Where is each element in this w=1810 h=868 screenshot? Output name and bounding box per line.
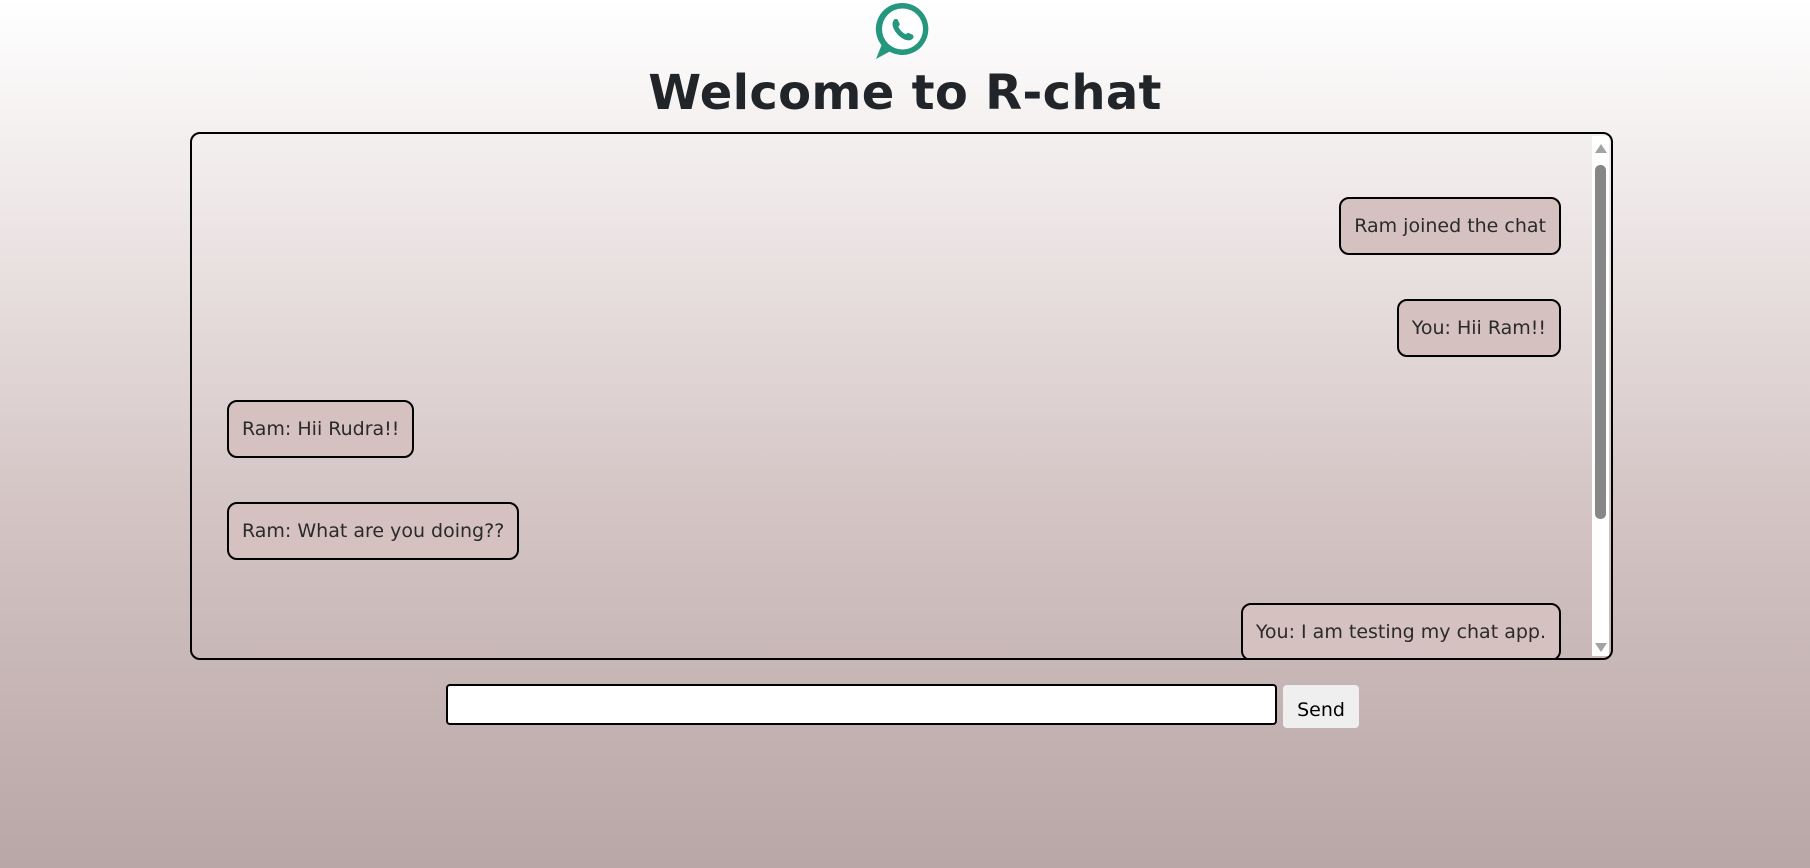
chat-message: You: I am testing my chat app. bbox=[1240, 603, 1561, 658]
chat-messages-container[interactable]: Ram joined the chat You: Hii Ram!! Ram: … bbox=[190, 132, 1613, 660]
page-title: Welcome to R-chat bbox=[648, 65, 1162, 121]
whatsapp-icon bbox=[875, 2, 929, 59]
message-input[interactable] bbox=[446, 684, 1277, 725]
scrollbar-thumb[interactable] bbox=[1595, 165, 1606, 519]
chat-message: Ram joined the chat bbox=[1339, 197, 1561, 255]
chat-message: You: Hii Ram!! bbox=[1396, 299, 1561, 357]
chat-message: Ram: Hii Rudra!! bbox=[227, 400, 415, 458]
scroll-down-arrow-icon[interactable] bbox=[1595, 643, 1607, 652]
chat-scrollbar[interactable] bbox=[1592, 136, 1609, 656]
send-button[interactable]: Send bbox=[1283, 685, 1359, 728]
scroll-up-arrow-icon[interactable] bbox=[1595, 144, 1607, 153]
chat-message: Ram: What are you doing?? bbox=[227, 502, 520, 560]
